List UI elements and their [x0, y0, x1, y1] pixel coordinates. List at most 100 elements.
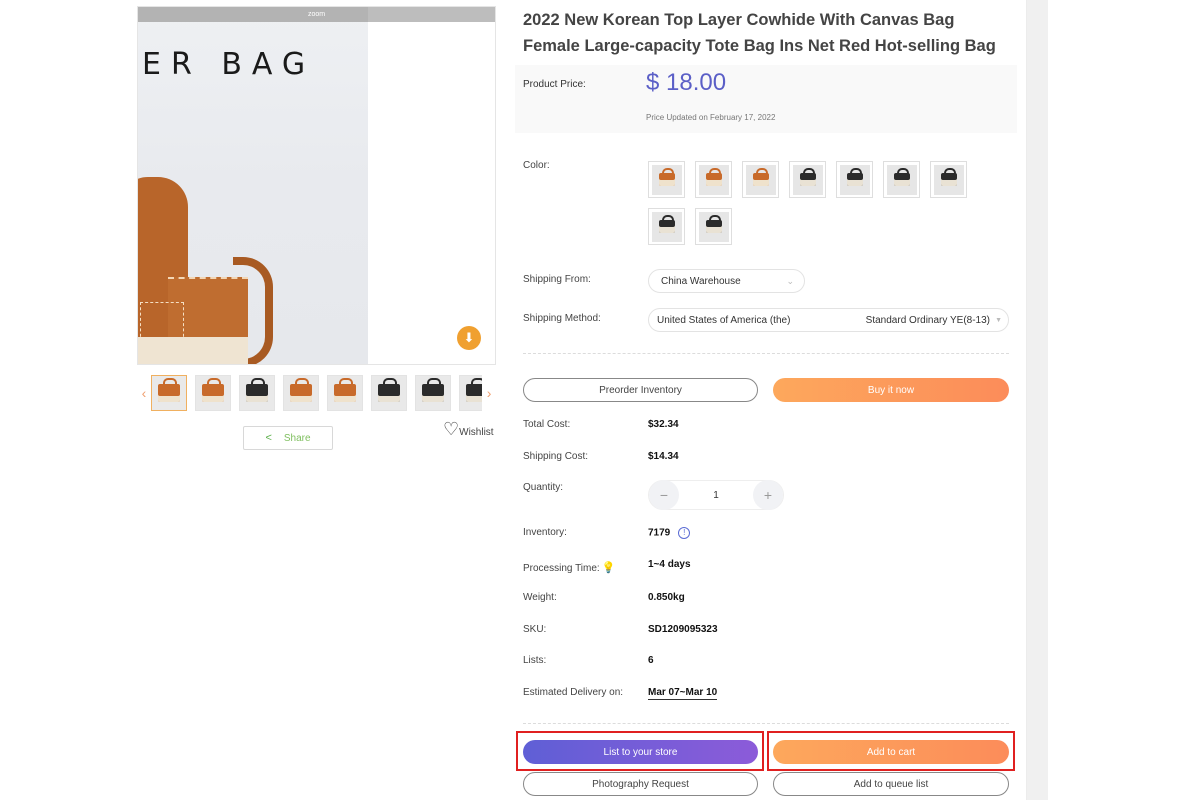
shipping-from-label: Shipping From:	[523, 274, 591, 285]
thumbnail-item[interactable]	[150, 375, 187, 411]
shipping-from-value: China Warehouse	[661, 275, 741, 287]
bag-swatch-image	[846, 168, 863, 186]
product-title: 2022 New Korean Top Layer Cowhide With C…	[523, 11, 996, 55]
thumbnail-item[interactable]	[238, 375, 275, 411]
preorder-inventory-button[interactable]: Preorder Inventory	[523, 378, 758, 402]
inventory-row: 7179!	[648, 527, 691, 539]
bag-swatch-image	[752, 168, 769, 186]
product-gallery: zoom ER BAG ⬇ ‹ › < Share ♡ Wishlist	[137, 6, 496, 460]
swatch-image	[839, 164, 870, 195]
photography-request-button[interactable]: Photography Request	[523, 772, 758, 796]
divider	[523, 353, 1009, 354]
product-page: zoom ER BAG ⬇ ‹ › < Share ♡ Wishlist 202…	[0, 0, 1200, 800]
bag-thumbnail-image	[377, 378, 400, 402]
quantity-stepper: − +	[648, 480, 784, 510]
swatch-image	[698, 164, 729, 195]
swatch-image	[651, 211, 682, 242]
price-label: Product Price:	[523, 79, 586, 90]
lightbulb-icon[interactable]: 💡	[602, 561, 616, 574]
bag-swatch-image	[940, 168, 957, 186]
add-to-cart-button[interactable]: Add to cart	[773, 740, 1009, 764]
share-button[interactable]: < Share	[243, 426, 333, 450]
color-swatch[interactable]	[648, 208, 685, 245]
bag-thumbnail-image	[465, 378, 483, 402]
quantity-input[interactable]	[686, 489, 746, 501]
lists-label: Lists:	[523, 655, 547, 666]
heart-plus-icon: ♡	[443, 419, 460, 439]
delivery-label: Estimated Delivery on:	[523, 687, 624, 698]
bag-thumbnail-image	[201, 378, 224, 402]
thumbnail-item[interactable]	[414, 375, 451, 411]
decrease-quantity-button[interactable]: −	[649, 480, 679, 510]
product-photo: ER BAG	[138, 7, 368, 364]
swatch-image	[745, 164, 776, 195]
swatch-image	[792, 164, 823, 195]
thumbnail-item[interactable]	[194, 375, 231, 411]
thumbnail-item[interactable]	[458, 375, 483, 411]
bag-swatch-image	[705, 215, 722, 233]
bag-swatch-image	[799, 168, 816, 186]
product-price: $ 18.00	[646, 69, 727, 96]
total-cost-label: Total Cost:	[523, 419, 571, 430]
weight-value: 0.850kg	[648, 592, 685, 603]
caret-down-icon: ▼	[995, 316, 1002, 324]
thumbnail-item[interactable]	[282, 375, 319, 411]
wishlist-label: Wishlist	[459, 427, 494, 438]
quantity-label: Quantity:	[523, 482, 564, 493]
color-swatch[interactable]	[930, 161, 967, 198]
color-swatch[interactable]	[695, 208, 732, 245]
thumbnail-item[interactable]	[370, 375, 407, 411]
sku-label: SKU:	[523, 624, 547, 635]
shipping-method-select[interactable]: United States of America (the) Standard …	[648, 308, 1009, 332]
info-icon[interactable]: !	[678, 527, 691, 539]
color-swatch[interactable]	[836, 161, 873, 198]
bag-swatch-image	[705, 168, 722, 186]
color-swatch[interactable]	[648, 161, 685, 198]
thumbnail-list	[150, 375, 483, 411]
color-label: Color:	[523, 160, 550, 171]
color-swatch[interactable]	[695, 161, 732, 198]
thumbnail-prev-icon[interactable]: ‹	[137, 385, 151, 401]
shipping-country: United States of America (the)	[657, 314, 791, 326]
bag-thumbnail-image	[245, 378, 268, 402]
bag-thumbnail-image	[289, 378, 312, 402]
increase-quantity-button[interactable]: +	[753, 480, 783, 510]
sku-value: SD1209095323	[648, 624, 718, 635]
price-updated: Price Updated on February 17, 2022	[646, 113, 776, 122]
shipping-cost-label: Shipping Cost:	[523, 451, 589, 462]
processing-time-label-row: Processing Time: 💡	[523, 561, 615, 574]
chevron-down-icon: ⌄	[786, 275, 794, 286]
shipping-from-select[interactable]: China Warehouse ⌄	[648, 269, 805, 293]
share-label: Share	[283, 432, 311, 444]
cloud-download-icon[interactable]: ⬇	[457, 326, 481, 350]
color-swatch[interactable]	[742, 161, 779, 198]
divider	[523, 723, 1009, 724]
processing-time-label: Processing Time:	[523, 563, 600, 574]
list-to-store-button[interactable]: List to your store	[523, 740, 758, 764]
shipping-method: Standard Ordinary YE(8-13)	[865, 314, 990, 326]
thumbnail-item[interactable]	[326, 375, 363, 411]
scrollbar-track[interactable]	[1026, 0, 1048, 800]
main-product-image[interactable]: zoom ER BAG ⬇	[137, 6, 496, 365]
swatch-image	[698, 211, 729, 242]
share-row: < Share ♡ Wishlist	[137, 420, 496, 460]
buy-now-button[interactable]: Buy it now	[773, 378, 1009, 402]
add-to-queue-button[interactable]: Add to queue list	[773, 772, 1009, 796]
zoom-bar: zoom	[138, 7, 495, 22]
thumbnail-next-icon[interactable]: ›	[482, 385, 496, 401]
photo-text: ER BAG	[142, 47, 316, 82]
delivery-value[interactable]: Mar 07~Mar 10	[648, 687, 718, 700]
bag-thumbnail-image	[333, 378, 356, 402]
wishlist-button[interactable]: ♡ Wishlist	[443, 420, 494, 438]
product-info: 2022 New Korean Top Layer Cowhide With C…	[515, 0, 1017, 796]
color-swatch[interactable]	[883, 161, 920, 198]
bag-thumbnail-image	[421, 378, 444, 402]
inventory-value: 7179	[648, 527, 671, 539]
color-swatch[interactable]	[789, 161, 826, 198]
bag-swatch-image	[893, 168, 910, 186]
thumbnail-strip: ‹ ›	[137, 374, 496, 412]
shipping-cost-value: $14.34	[648, 451, 679, 462]
bag-swatch-image	[658, 168, 675, 186]
share-icon: <	[265, 432, 272, 444]
swatch-image	[651, 164, 682, 195]
